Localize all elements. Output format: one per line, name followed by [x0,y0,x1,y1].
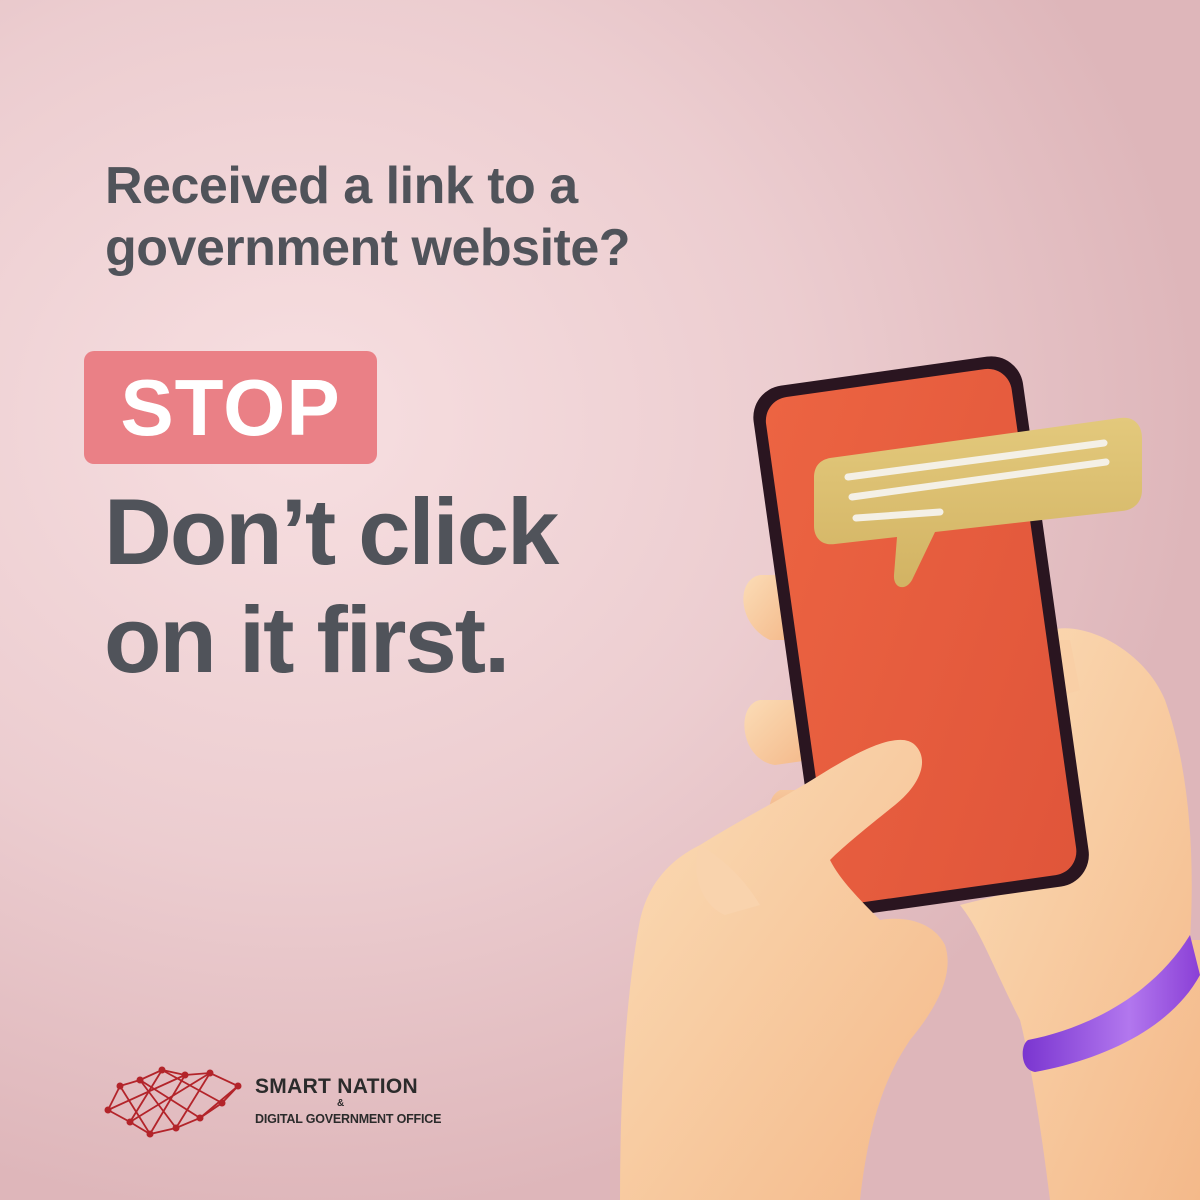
question-line-1: Received a link to a [105,157,578,215]
stop-label: STOP [120,362,341,452]
headline-question: Received a link to a government website? [105,155,805,279]
stop-badge: STOP [84,351,377,464]
logo-subtitle: DIGITAL GOVERNMENT OFFICE [255,1112,442,1126]
hand-holding-phone-illustration [620,356,1200,1200]
logo-title: SMART NATION [255,1075,419,1098]
network-map-icon [104,1066,242,1138]
question-line-2: government website? [105,219,631,277]
logo-ampersand: & [337,1098,345,1109]
